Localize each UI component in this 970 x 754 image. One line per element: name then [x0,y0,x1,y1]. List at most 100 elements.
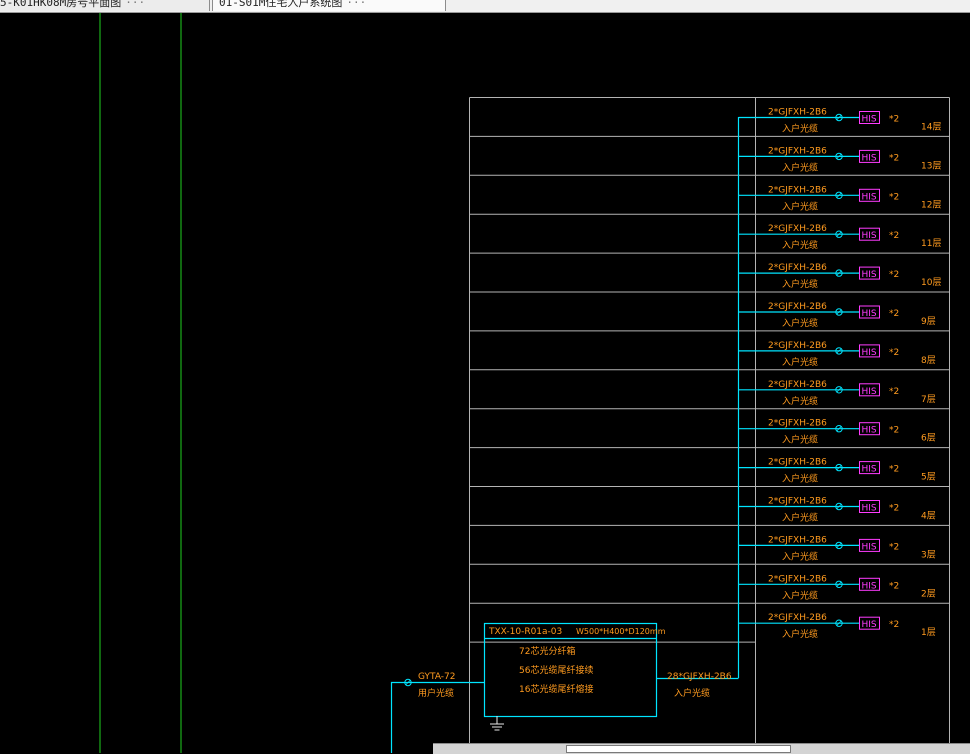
terminal-count: *2 [889,153,899,163]
floor-row[interactable]: 2*GJFXH-2B6 入户光缆 HIS *2 13层 [738,146,942,173]
terminal-count: *2 [889,542,899,552]
floor-row[interactable]: 2*GJFXH-2B6 入户光缆 HIS *2 6层 [738,419,936,446]
trunk-cable-desc: 入户光缆 [674,687,710,699]
floor-row[interactable]: 2*GJFXH-2B6 入户光缆 HIS *2 5层 [738,458,936,485]
floor-label: 9层 [921,316,936,327]
floor-dividers [469,135,950,643]
his-terminal-label: HIS [862,231,877,241]
floor-cable-label: 2*GJFXH-2B6 [768,108,827,118]
floor-cable-label: 2*GJFXH-2B6 [768,613,827,623]
floor-cable-desc: 入户光缆 [782,628,818,640]
his-terminal-label: HIS [862,620,877,630]
floor-row[interactable]: 2*GJFXH-2B6 入户光缆 HIS *2 7层 [738,380,936,407]
floor-row[interactable]: 2*GJFXH-2B6 入户光缆 HIS *2 4层 [738,497,936,524]
tab-system-diagram[interactable]: 01-S01M住宅入户系统图 ··· [212,0,446,11]
floor-cable-desc: 入户光缆 [782,200,818,212]
floor-cable-label: 2*GJFXH-2B6 [768,302,827,312]
floor-cable-label: 2*GJFXH-2B6 [768,574,827,584]
floor-cable-label: 2*GJFXH-2B6 [768,458,827,468]
floor-row[interactable]: 2*GJFXH-2B6 入户光缆 HIS *2 1层 [738,613,936,640]
terminal-count: *2 [889,620,899,630]
floor-cable-label: 2*GJFXH-2B6 [768,146,827,156]
tab-floor-plan[interactable]: 5-K01HK08M房号平面图 ··· [0,0,210,11]
floor-cable-desc: 入户光缆 [782,356,818,368]
floor-row[interactable]: 2*GJFXH-2B6 入户光缆 HIS *2 3层 [738,535,936,562]
his-terminal-label: HIS [862,270,877,280]
terminal-count: *2 [889,192,899,202]
floor-cable-label: 2*GJFXH-2B6 [768,380,827,390]
his-terminal-label: HIS [862,426,877,436]
document-tab-bar: 5-K01HK08M房号平面图 ··· 01-S01M住宅入户系统图 ··· [0,0,970,13]
box-size: W500*H400*D120mm [576,627,666,636]
his-terminal-label: HIS [862,153,877,163]
his-terminal-label: HIS [862,542,877,552]
drawing-canvas[interactable]: 2*GJFXH-2B6 入户光缆 HIS *2 14层 2*GJFXH-2B6 入户光缆 HI… [0,13,970,753]
terminal-count: *2 [889,309,899,319]
trunk-cable-label: 28*GJFXH-2B6 [667,672,732,682]
tab-overflow: ··· [346,0,367,9]
floor-cable-desc: 入户光缆 [782,589,818,601]
fiber-distribution-box[interactable]: TXX-10-R01a-03 W500*H400*D120mm 72芯光分纤箱 … [483,622,666,731]
terminal-count: *2 [889,387,899,397]
terminal-count: *2 [889,504,899,514]
floor-label: 8层 [921,355,936,366]
command-input[interactable] [566,745,791,753]
his-terminal-label: HIS [862,387,877,397]
floor-label: 7层 [921,394,936,405]
box-id: TXX-10-R01a-03 [488,627,562,637]
floor-label: 13层 [921,160,941,171]
floor-label: 5层 [921,472,936,483]
floor-label: 11层 [921,238,941,249]
his-terminal-label: HIS [862,504,877,514]
floor-cable-desc: 入户光缆 [782,239,818,251]
floor-rows: 2*GJFXH-2B6 入户光缆 HIS *2 14层 2*GJFXH-2B6 入户光缆 HI… [738,108,942,640]
tab-label: 5-K01HK08M房号平面图 [0,0,122,9]
floor-cable-desc: 入户光缆 [782,473,818,485]
floor-cable-label: 2*GJFXH-2B6 [768,497,827,507]
floor-cable-desc: 入户光缆 [782,317,818,329]
terminal-count: *2 [889,426,899,436]
floor-cable-desc: 入户光缆 [782,550,818,562]
incoming-cable-desc: 用户光缆 [418,687,454,699]
floor-row[interactable]: 2*GJFXH-2B6 入户光缆 HIS *2 8层 [738,341,936,368]
floor-label: 2层 [921,588,936,599]
floor-row[interactable]: 2*GJFXH-2B6 入户光缆 HIS *2 2层 [738,574,936,601]
floor-label: 12层 [921,199,941,210]
terminal-count: *2 [889,231,899,241]
floor-row[interactable]: 2*GJFXH-2B6 入户光缆 HIS *2 9层 [738,302,936,329]
floor-cable-label: 2*GJFXH-2B6 [768,535,827,545]
box-line: 56芯光缆尾纤接续 [519,664,593,676]
floor-cable-desc: 入户光缆 [782,161,818,173]
floor-cable-label: 2*GJFXH-2B6 [768,224,827,234]
incoming-cable-label: GYTA-72 [418,672,455,682]
floor-row[interactable]: 2*GJFXH-2B6 入户光缆 HIS *2 12层 [738,185,942,212]
floor-cable-label: 2*GJFXH-2B6 [768,341,827,351]
floor-cable-desc: 入户光缆 [782,512,818,524]
floor-cable-desc: 入户光缆 [782,434,818,446]
his-terminal-label: HIS [862,192,877,202]
floor-label: 6层 [921,433,936,444]
floor-row[interactable]: 2*GJFXH-2B6 入户光缆 HIS *2 14层 [738,108,942,135]
terminal-count: *2 [889,348,899,358]
box-line: 72芯光分纤箱 [519,645,575,657]
terminal-count: *2 [889,270,899,280]
floor-label: 4层 [921,511,936,522]
terminal-count: *2 [889,115,899,125]
floor-cable-label: 2*GJFXH-2B6 [768,419,827,429]
tab-overflow: ··· [125,0,146,9]
floor-label: 3层 [921,549,936,560]
floor-cable-desc: 入户光缆 [782,395,818,407]
his-terminal-label: HIS [862,465,877,475]
floor-row[interactable]: 2*GJFXH-2B6 入户光缆 HIS *2 11层 [738,224,942,251]
command-bar [433,743,970,754]
floor-cable-label: 2*GJFXH-2B6 [768,263,827,273]
tab-label: 01-S01M住宅入户系统图 [219,0,343,9]
his-terminal-label: HIS [862,115,877,125]
floor-label: 10层 [921,277,941,288]
riser-diagram: 2*GJFXH-2B6 入户光缆 HIS *2 14层 2*GJFXH-2B6 入户光缆 HI… [99,13,950,753]
box-line: 16芯光缆尾纤熔接 [519,683,593,695]
terminal-count: *2 [889,465,899,475]
floor-label: 1层 [921,627,936,638]
floor-row[interactable]: 2*GJFXH-2B6 入户光缆 HIS *2 10层 [738,263,942,290]
ground-icon [490,716,504,731]
